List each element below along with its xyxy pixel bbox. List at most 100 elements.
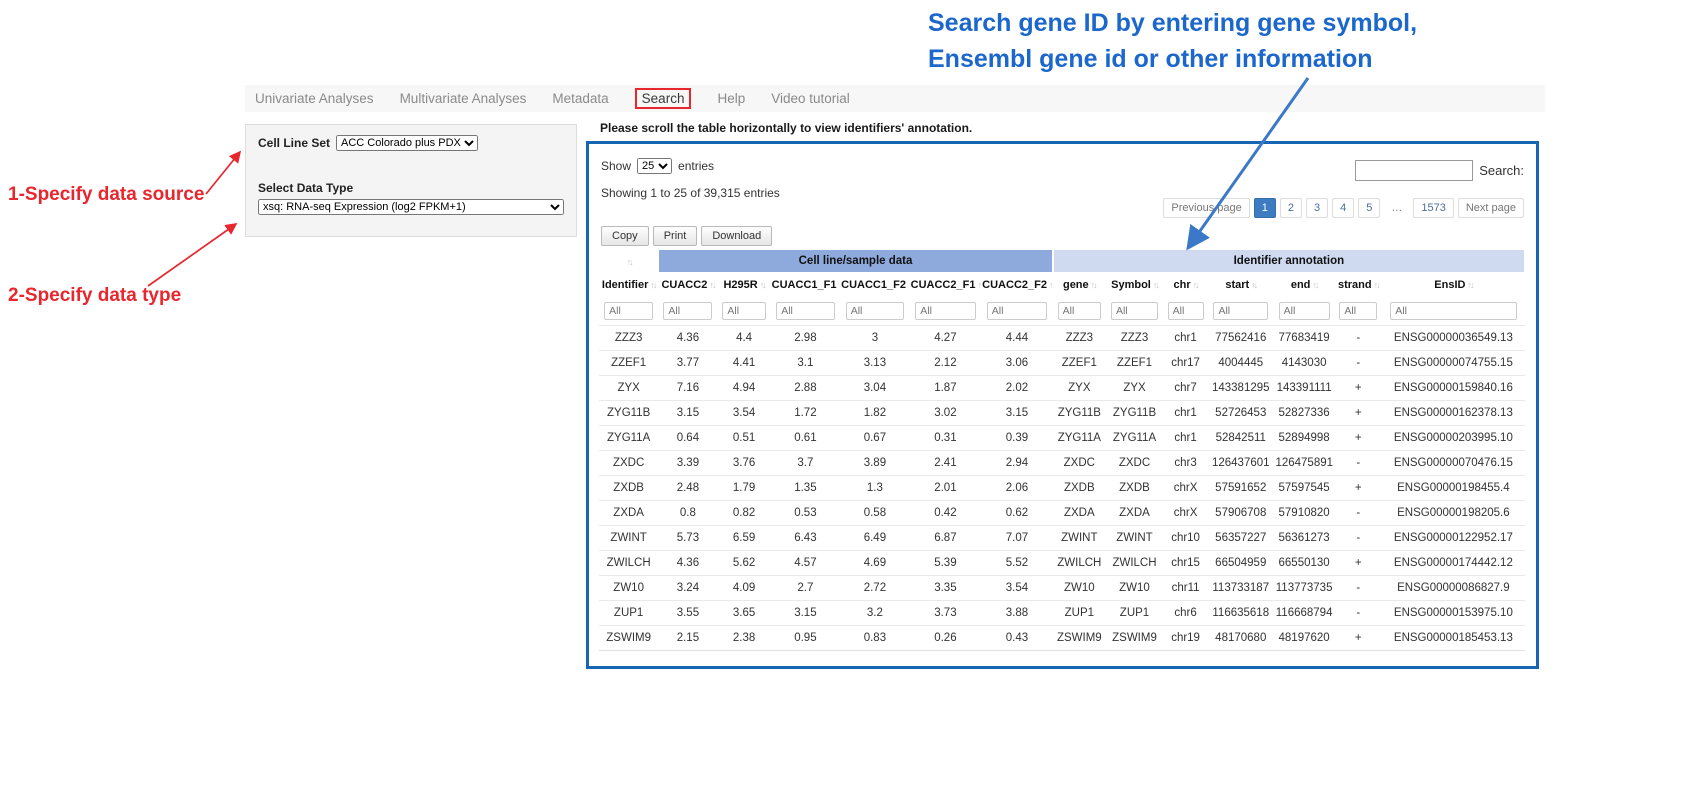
column-header-ensid[interactable]: EnsID↑↓ <box>1382 272 1525 298</box>
table-cell: 113733187 <box>1208 576 1273 601</box>
table-cell: 3.06 <box>981 351 1053 376</box>
sort-icon[interactable]: ↑↓ <box>977 280 981 290</box>
table-row: ZUP13.553.653.153.23.733.88ZUP1ZUP1chr61… <box>599 601 1525 626</box>
table-cell: 77562416 <box>1208 326 1273 351</box>
table-cell: 0.51 <box>718 426 771 451</box>
table-cell: 143381295 <box>1208 376 1273 401</box>
page-button-1[interactable]: 1 <box>1254 198 1276 218</box>
column-header-symbol[interactable]: Symbol↑↓ <box>1106 272 1163 298</box>
table-search-input[interactable] <box>1355 160 1473 181</box>
filter-input-ensid[interactable] <box>1390 302 1516 320</box>
filter-input-strand[interactable] <box>1339 302 1377 320</box>
table-cell: 77683419 <box>1273 326 1334 351</box>
data-type-select[interactable]: xsq: RNA-seq Expression (log2 FPKM+1) <box>258 199 564 215</box>
filter-input-symbol[interactable] <box>1111 302 1158 320</box>
previous-page-button[interactable]: Previous page <box>1163 198 1249 218</box>
column-header-cuacc1_f2[interactable]: CUACC1_F2↑↓ <box>840 272 909 298</box>
table-cell: - <box>1335 576 1382 601</box>
table-cell: 0.67 <box>840 426 909 451</box>
column-header-h295r[interactable]: H295R↑↓ <box>718 272 771 298</box>
column-header-identifier[interactable]: Identifier↑↓ <box>599 272 658 298</box>
page-button-5[interactable]: 5 <box>1358 198 1380 218</box>
nav-item-search[interactable]: Search <box>635 88 692 109</box>
sort-icon[interactable]: ↑↓ <box>1374 280 1379 290</box>
cell-line-set-select[interactable]: ACC Colorado plus PDX <box>336 135 478 151</box>
filter-input-identifier[interactable] <box>604 302 653 320</box>
nav-item-help[interactable]: Help <box>717 91 745 106</box>
column-header-end[interactable]: end↑↓ <box>1273 272 1334 298</box>
sort-icon[interactable]: ↑↓ <box>1153 280 1158 290</box>
print-button[interactable]: Print <box>653 226 698 246</box>
table-cell: 4.69 <box>840 551 909 576</box>
table-cell: ENSG00000185453.13 <box>1382 626 1525 651</box>
column-header-strand[interactable]: strand↑↓ <box>1335 272 1382 298</box>
table-cell: chr7 <box>1163 376 1208 401</box>
table-cell: chr17 <box>1163 351 1208 376</box>
sort-icon[interactable]: ↑↓ <box>838 280 840 290</box>
next-page-button[interactable]: Next page <box>1458 198 1524 218</box>
table-cell: ZW10 <box>599 576 658 601</box>
page-button-4[interactable]: 4 <box>1332 198 1354 218</box>
page-button-1573[interactable]: 1573 <box>1413 198 1453 218</box>
table-cell: ZXDB <box>1106 476 1163 501</box>
table-cell: 4.36 <box>658 551 717 576</box>
table-cell: ZYG11A <box>1053 426 1106 451</box>
sort-icon[interactable]: ↑↓ <box>760 280 765 290</box>
sort-icon[interactable]: ↑↓ <box>1251 280 1256 290</box>
column-header-cuacc2_f2[interactable]: CUACC2_F2↑↓ <box>981 272 1053 298</box>
table-cell: 5.73 <box>658 526 717 551</box>
filter-input-cuacc1_f2[interactable] <box>846 302 904 320</box>
column-header-cuacc1_f1[interactable]: CUACC1_F1↑↓ <box>771 272 840 298</box>
sort-icon[interactable]: ↑↓ <box>709 280 714 290</box>
copy-button[interactable]: Copy <box>601 226 649 246</box>
table-cell: ZZEF1 <box>1053 351 1106 376</box>
table-cell: 56357227 <box>1208 526 1273 551</box>
column-header-chr[interactable]: chr↑↓ <box>1163 272 1208 298</box>
table-cell: 57597545 <box>1273 476 1334 501</box>
sort-icon[interactable]: ↑↓ <box>1091 280 1096 290</box>
table-cell: 3 <box>840 326 909 351</box>
sort-icon[interactable]: ↑↓ <box>1193 280 1198 290</box>
nav-item-univariate-analyses[interactable]: Univariate Analyses <box>255 91 374 106</box>
filter-input-gene[interactable] <box>1058 302 1101 320</box>
filter-input-cuacc2_f2[interactable] <box>987 302 1047 320</box>
nav-item-video-tutorial[interactable]: Video tutorial <box>771 91 850 106</box>
column-header-start[interactable]: start↑↓ <box>1208 272 1273 298</box>
page-button-2[interactable]: 2 <box>1280 198 1302 218</box>
filter-input-end[interactable] <box>1279 302 1330 320</box>
filter-input-start[interactable] <box>1213 302 1268 320</box>
filter-input-cuacc1_f1[interactable] <box>776 302 834 320</box>
table-cell: 4.09 <box>718 576 771 601</box>
sort-icon[interactable]: ↑↓ <box>1467 280 1472 290</box>
page-length-select[interactable]: 25 <box>637 158 672 174</box>
table-cell: 2.48 <box>658 476 717 501</box>
sort-icon[interactable]: ↑↓ <box>908 280 910 290</box>
column-label: H295R <box>723 279 757 291</box>
table-cell: 0.82 <box>718 501 771 526</box>
filter-input-cuacc2[interactable] <box>663 302 712 320</box>
table-wrap: ↑↓Cell line/sample dataIdentifier annota… <box>599 250 1526 651</box>
sort-icon[interactable]: ↑↓ <box>650 280 655 290</box>
scroll-hint: Please scroll the table horizontally to … <box>600 121 972 135</box>
nav-item-metadata[interactable]: Metadata <box>552 91 608 106</box>
sort-icon[interactable]: ↑↓ <box>1049 280 1053 290</box>
table-row: ZYG11B3.153.541.721.823.023.15ZYG11BZYG1… <box>599 401 1525 426</box>
data-type-label: Select Data Type <box>258 181 564 195</box>
table-cell: 2.88 <box>771 376 840 401</box>
column-header-cuacc2_f1[interactable]: CUACC2_F1↑↓ <box>910 272 982 298</box>
table-row: ZZEF13.774.413.13.132.123.06ZZEF1ZZEF1ch… <box>599 351 1525 376</box>
sort-icon[interactable]: ↑↓ <box>627 257 632 267</box>
show-entries-control: Show 25 entries <box>601 158 714 174</box>
filter-input-chr[interactable] <box>1168 302 1204 320</box>
nav-item-multivariate-analyses[interactable]: Multivariate Analyses <box>400 91 527 106</box>
column-header-cuacc2[interactable]: CUACC2↑↓ <box>658 272 717 298</box>
table-cell: ZXDC <box>1106 451 1163 476</box>
filter-input-h295r[interactable] <box>722 302 765 320</box>
filter-input-cuacc2_f1[interactable] <box>915 302 975 320</box>
page-button-3[interactable]: 3 <box>1306 198 1328 218</box>
table-cell: 3.15 <box>658 401 717 426</box>
sort-icon[interactable]: ↑↓ <box>1312 280 1317 290</box>
column-header-gene[interactable]: gene↑↓ <box>1053 272 1106 298</box>
table-cell: 2.72 <box>840 576 909 601</box>
download-button[interactable]: Download <box>701 226 772 246</box>
